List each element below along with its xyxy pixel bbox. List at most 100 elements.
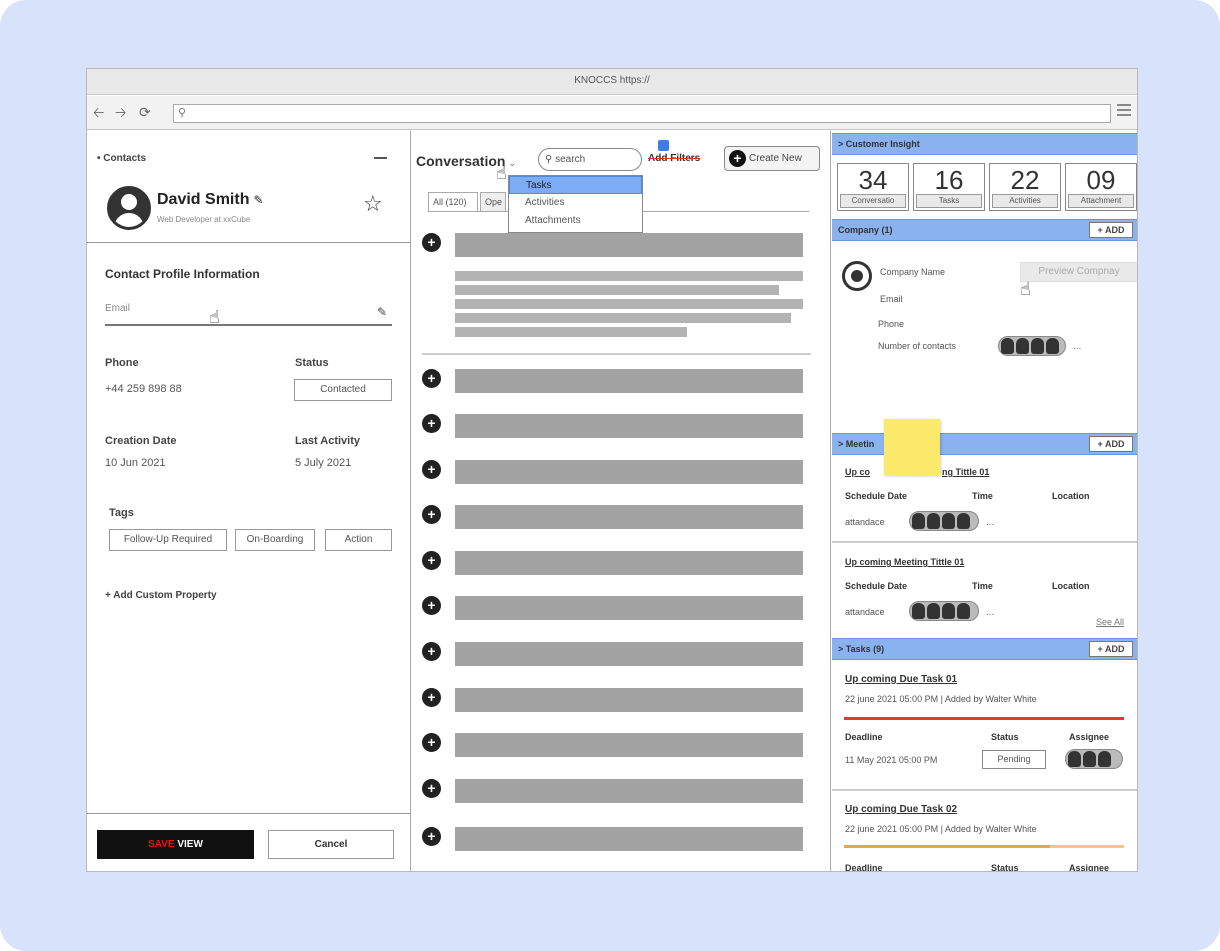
time-label: Time [972, 581, 993, 591]
create-new-label: Create New [749, 153, 802, 164]
divider [87, 242, 410, 243]
email-field[interactable]: Email [105, 303, 130, 314]
task-title-link[interactable]: Up coming Due Task 01 [845, 674, 957, 685]
status-badge[interactable]: Pending [982, 750, 1046, 769]
collapse-icon[interactable] [374, 157, 387, 159]
dropdown-item-attachments[interactable]: Attachments [509, 212, 642, 230]
meeting-title-link-rest[interactable]: ng Tittle 01 [942, 467, 989, 477]
meeting-title-link[interactable]: Up coming Meeting Tittle 01 [845, 557, 964, 567]
browser-menu-icon[interactable] [1117, 104, 1131, 120]
hand-cursor-icon: ☝ [1020, 279, 1031, 299]
task-progress-bar [844, 717, 1124, 720]
preview-company-button[interactable]: Preview Compnay [1020, 262, 1137, 282]
back-arrow-icon[interactable]: 🡠 [93, 103, 104, 121]
conversation-panel: Conversation ⌄ ☝ ⚲ search Add Filters + Cr… [412, 131, 831, 871]
breadcrumb[interactable]: • Contacts [97, 153, 146, 164]
message-line [455, 313, 791, 323]
address-bar[interactable]: ⚲ [173, 104, 1111, 123]
avatar [107, 186, 151, 230]
tag-follow-up[interactable]: Follow-Up Required [109, 529, 227, 551]
plus-circle-icon[interactable]: + [422, 369, 441, 388]
browser-window: KNOCCS https:// 🡠 🡢 ⟳ ⚲ • Contacts David… [86, 68, 1138, 872]
plus-circle-icon[interactable]: + [422, 596, 441, 615]
location-label: Location [1052, 581, 1090, 591]
plus-circle-icon[interactable]: + [422, 688, 441, 707]
stat-conversations[interactable]: 34 Conversatio [837, 163, 909, 211]
conversation-bar [455, 596, 803, 620]
customer-insight-header[interactable]: > Customer Insight [832, 133, 1137, 155]
tag-action[interactable]: Action [325, 529, 392, 551]
dropdown-item-activities[interactable]: Activities [509, 194, 642, 212]
more-ellipsis[interactable]: ... [1073, 341, 1081, 352]
contacts-avatars[interactable] [998, 336, 1066, 356]
reload-icon[interactable]: ⟳ [139, 103, 151, 121]
more-ellipsis[interactable]: ... [986, 517, 994, 528]
add-task-button[interactable]: + ADD [1089, 641, 1133, 657]
see-all-meetings-link[interactable]: See All [1096, 617, 1124, 627]
assignee-label: Assignee [1069, 732, 1110, 742]
conversation-bar [455, 414, 803, 438]
plus-circle-icon[interactable]: + [422, 642, 441, 661]
contact-subtitle: Web Developer at xxCube [157, 215, 251, 224]
meetings-title: > Meetin [838, 439, 875, 449]
dropdown-item-tasks[interactable]: Tasks [509, 176, 642, 194]
message-line [455, 327, 687, 337]
email-edit-icon[interactable]: ✎ [377, 305, 387, 319]
stat-tasks[interactable]: 16 Tasks [913, 163, 985, 211]
tab-all[interactable]: All (120) [428, 192, 478, 212]
section-title: Contact Profile Information [105, 267, 260, 281]
stat-value: 34 [858, 165, 888, 195]
filter-icon [658, 140, 669, 151]
more-ellipsis[interactable]: ... [986, 607, 994, 618]
status-label: Status [991, 863, 1019, 872]
schedule-date-label: Schedule Date [845, 491, 908, 501]
plus-circle-icon[interactable]: + [422, 733, 441, 752]
meetings-header[interactable]: > Meetin + ADD [832, 433, 1137, 455]
plus-circle-icon[interactable]: + [422, 233, 441, 252]
phone-label: Phone [105, 357, 139, 369]
plus-circle-icon[interactable]: + [422, 505, 441, 524]
tags-label: Tags [109, 507, 134, 519]
tag-on-boarding[interactable]: On-Boarding [235, 529, 315, 551]
add-filters-button[interactable]: Add Filters [648, 153, 700, 164]
attendee-avatars[interactable] [909, 511, 979, 531]
add-meeting-button[interactable]: + ADD [1089, 436, 1133, 452]
attendee-avatars[interactable] [909, 601, 979, 621]
cancel-button[interactable]: Cancel [268, 830, 394, 859]
assignee-avatars[interactable] [1065, 749, 1123, 769]
plus-circle-icon[interactable]: + [422, 460, 441, 479]
plus-circle-icon[interactable]: + [422, 551, 441, 570]
plus-circle-icon[interactable]: + [422, 414, 441, 433]
conversation-bar [455, 827, 803, 851]
stat-activities[interactable]: 22 Activities [989, 163, 1061, 211]
add-company-button[interactable]: + ADD [1089, 222, 1133, 238]
conversation-dropdown-menu: Tasks Activities Attachments [508, 175, 643, 233]
conversation-bar [455, 779, 803, 803]
location-label: Location [1052, 491, 1090, 501]
task-title-link[interactable]: Up coming Due Task 02 [845, 804, 957, 815]
star-icon[interactable]: ☆ [363, 191, 383, 217]
creation-date-label: Creation Date [105, 435, 177, 447]
globe-icon [842, 261, 872, 291]
add-custom-property-link[interactable]: + Add Custom Property [105, 590, 217, 601]
forward-arrow-icon[interactable]: 🡢 [115, 103, 126, 121]
stat-attachments[interactable]: 09 Attachment [1065, 163, 1137, 211]
plus-icon: + [729, 150, 746, 167]
creation-date-value: 10 Jun 2021 [105, 457, 166, 469]
plus-circle-icon[interactable]: + [422, 779, 441, 798]
view-text: VIEW [174, 839, 203, 850]
search-input[interactable]: ⚲ search [538, 148, 642, 171]
conversation-bar [455, 551, 803, 575]
email-underline [105, 324, 392, 326]
company-header[interactable]: Company (1) + ADD [832, 219, 1137, 241]
meeting-title-link[interactable]: Up co [845, 467, 870, 477]
save-view-button[interactable]: SAVE VIEW [97, 830, 254, 859]
tasks-header[interactable]: > Tasks (9) + ADD [832, 638, 1137, 660]
edit-pencil-icon[interactable]: ✎ [253, 193, 263, 207]
create-new-button[interactable]: + Create New [724, 146, 820, 171]
status-select[interactable]: Contacted [294, 379, 392, 401]
search-icon: ⚲ [178, 107, 187, 119]
plus-circle-icon[interactable]: + [422, 827, 441, 846]
tab-open[interactable]: Ope [480, 192, 506, 212]
tasks-title: > Tasks (9) [838, 644, 885, 654]
